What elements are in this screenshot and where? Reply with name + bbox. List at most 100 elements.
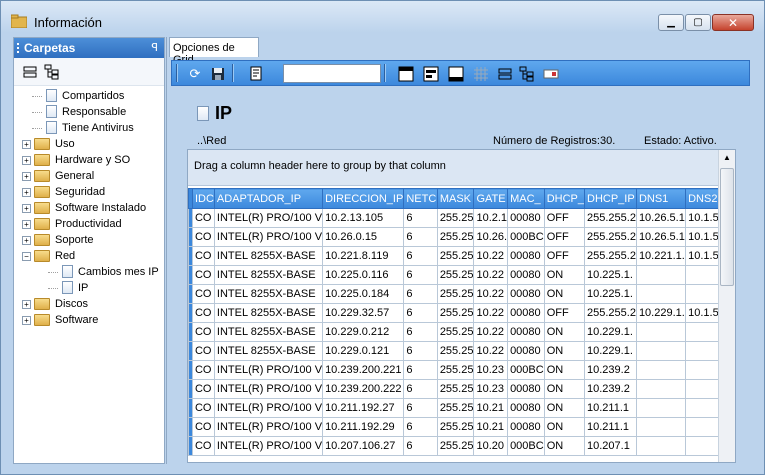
table-row[interactable]: CO INTEL 8255X-BASE 10.221.8.119 6 255.25 10.… — [188, 246, 735, 266]
tree-node[interactable]: Responsable — [14, 104, 164, 120]
table-cell[interactable]: 255.255.2 — [584, 246, 637, 266]
title-bar[interactable]: Información ▁ ▢ ✕ — [1, 1, 764, 33]
expand-icon[interactable]: + — [22, 204, 31, 213]
table-cell[interactable]: ON — [543, 436, 586, 456]
tree-node[interactable]: Cambios mes IP — [14, 264, 164, 280]
table-row[interactable]: CO INTEL(R) PRO/100 V 10.239.200.222 6 255.2… — [188, 379, 735, 399]
table-cell[interactable]: 255.25 — [436, 265, 475, 285]
table-cell[interactable]: 255.255.2 — [584, 227, 637, 247]
table-cell[interactable]: ON — [543, 284, 586, 304]
table-cell[interactable]: OFF — [543, 303, 586, 323]
table-cell[interactable]: 10.229.32.57 — [322, 303, 405, 323]
table-cell[interactable]: 00080 — [507, 246, 545, 266]
table-cell[interactable] — [635, 436, 687, 456]
table-cell[interactable]: 10.211.192.27 — [322, 398, 405, 418]
table-cell[interactable]: 10.20 — [473, 436, 509, 456]
table-cell[interactable]: 10.26.5.1 — [635, 208, 687, 228]
table-cell[interactable]: 10.21 — [473, 417, 509, 437]
table-cell[interactable]: 10.23 — [473, 379, 509, 399]
table-cell[interactable]: 000BC — [507, 360, 545, 380]
table-cell[interactable]: 10.239.2 — [584, 360, 637, 380]
table-cell[interactable]: CO — [191, 436, 215, 456]
table-cell[interactable]: 10.225.0.184 — [322, 284, 405, 304]
table-cell[interactable]: 255.25 — [436, 284, 475, 304]
table-row[interactable]: CO INTEL 8255X-BASE 10.225.0.184 6 255.25 10.… — [188, 284, 735, 304]
find-button[interactable] — [248, 65, 266, 82]
scroll-up-icon[interactable]: ▲ — [722, 153, 732, 163]
table-cell[interactable]: 255.25 — [436, 379, 475, 399]
column-header[interactable]: DHCP_IP — [584, 188, 637, 209]
tree-node[interactable]: Compartidos — [14, 88, 164, 104]
table-cell[interactable] — [635, 284, 687, 304]
table-cell[interactable] — [635, 265, 687, 285]
vertical-scrollbar[interactable]: ▲ — [718, 150, 735, 462]
table-cell[interactable]: CO — [191, 284, 215, 304]
tree-node[interactable]: IP — [14, 280, 164, 296]
tree-node[interactable]: + Software Instalado — [14, 200, 164, 216]
table-cell[interactable]: 10.21 — [473, 398, 509, 418]
tree-node[interactable]: + Discos — [14, 296, 164, 312]
table-cell[interactable]: INTEL(R) PRO/100 V — [213, 417, 324, 437]
table-cell[interactable]: 255.255.2 — [584, 208, 637, 228]
minimize-button[interactable]: ▁ — [658, 14, 684, 31]
table-cell[interactable]: 10.229.1. — [584, 322, 637, 342]
table-cell[interactable]: 10.22 — [473, 246, 509, 266]
pin-icon[interactable]: ꟼ — [151, 41, 158, 54]
table-cell[interactable]: 255.25 — [436, 227, 475, 247]
table-cell[interactable]: 10.221.1. — [635, 246, 687, 266]
table-cell[interactable]: 255.25 — [436, 341, 475, 361]
table-cell[interactable]: CO — [191, 246, 215, 266]
table-cell[interactable]: 10.229.0.212 — [322, 322, 405, 342]
collapse-all-icon[interactable] — [22, 64, 38, 80]
tree-node[interactable]: + Productividad — [14, 216, 164, 232]
table-cell[interactable]: ON — [543, 322, 586, 342]
table-cell[interactable]: 6 — [403, 303, 438, 323]
close-button[interactable]: ✕ — [712, 14, 754, 31]
table-cell[interactable]: CO — [191, 341, 215, 361]
table-cell[interactable]: 10.22 — [473, 284, 509, 304]
expand-icon[interactable]: + — [22, 236, 31, 245]
column-header[interactable]: NETC — [403, 188, 438, 209]
table-cell[interactable]: INTEL(R) PRO/100 V — [213, 208, 324, 228]
table-cell[interactable]: 10.239.200.221 — [322, 360, 405, 380]
table-cell[interactable]: 000BC — [507, 227, 545, 247]
table-cell[interactable]: 00080 — [507, 265, 545, 285]
table-cell[interactable]: 10.225.0.116 — [322, 265, 405, 285]
table-cell[interactable]: 6 — [403, 379, 438, 399]
table-cell[interactable]: 6 — [403, 360, 438, 380]
table-row[interactable]: CO INTEL(R) PRO/100 V 10.207.106.27 6 255.25… — [188, 436, 735, 456]
expand-icon[interactable]: + — [22, 220, 31, 229]
table-cell[interactable]: 10.2.1 — [473, 208, 509, 228]
column-header[interactable]: MAC_ — [507, 188, 545, 209]
table-cell[interactable]: 255.255.2 — [584, 303, 637, 323]
table-cell[interactable]: ON — [543, 360, 586, 380]
table-cell[interactable]: 10.26. — [473, 227, 509, 247]
table-cell[interactable]: 10.211.1 — [584, 417, 637, 437]
table-cell[interactable]: 255.25 — [436, 303, 475, 323]
table-cell[interactable]: ON — [543, 379, 586, 399]
table-row[interactable]: CO INTEL(R) PRO/100 V 10.2.13.105 6 255.25 10… — [188, 208, 735, 228]
table-cell[interactable]: 6 — [403, 398, 438, 418]
table-row[interactable]: CO INTEL(R) PRO/100 V 10.211.192.27 6 255.25… — [188, 398, 735, 418]
table-cell[interactable]: 10.22 — [473, 341, 509, 361]
table-cell[interactable]: 10.211.1 — [584, 398, 637, 418]
table-cell[interactable]: 00080 — [507, 322, 545, 342]
scroll-thumb[interactable] — [720, 168, 734, 286]
table-cell[interactable]: OFF — [543, 208, 586, 228]
table-cell[interactable]: 6 — [403, 341, 438, 361]
table-cell[interactable]: 00080 — [507, 379, 545, 399]
table-row[interactable]: CO INTEL(R) PRO/100 V 10.239.200.221 6 255.2… — [188, 360, 735, 380]
table-cell[interactable]: 6 — [403, 284, 438, 304]
tree-node[interactable]: Tiene Antivirus — [14, 120, 164, 136]
table-row[interactable]: CO INTEL 8255X-BASE 10.229.32.57 6 255.25 10.… — [188, 303, 735, 323]
column-header[interactable]: DIRECCION_IP — [322, 188, 405, 209]
table-cell[interactable]: CO — [191, 360, 215, 380]
table-cell[interactable]: 10.229.1. — [584, 341, 637, 361]
table-cell[interactable]: 10.23 — [473, 360, 509, 380]
expand-icon[interactable]: + — [22, 140, 31, 149]
table-cell[interactable] — [635, 379, 687, 399]
table-cell[interactable]: INTEL(R) PRO/100 V — [213, 227, 324, 247]
table-cell[interactable]: 10.22 — [473, 265, 509, 285]
table-cell[interactable]: CO — [191, 417, 215, 437]
table-cell[interactable]: 00080 — [507, 303, 545, 323]
